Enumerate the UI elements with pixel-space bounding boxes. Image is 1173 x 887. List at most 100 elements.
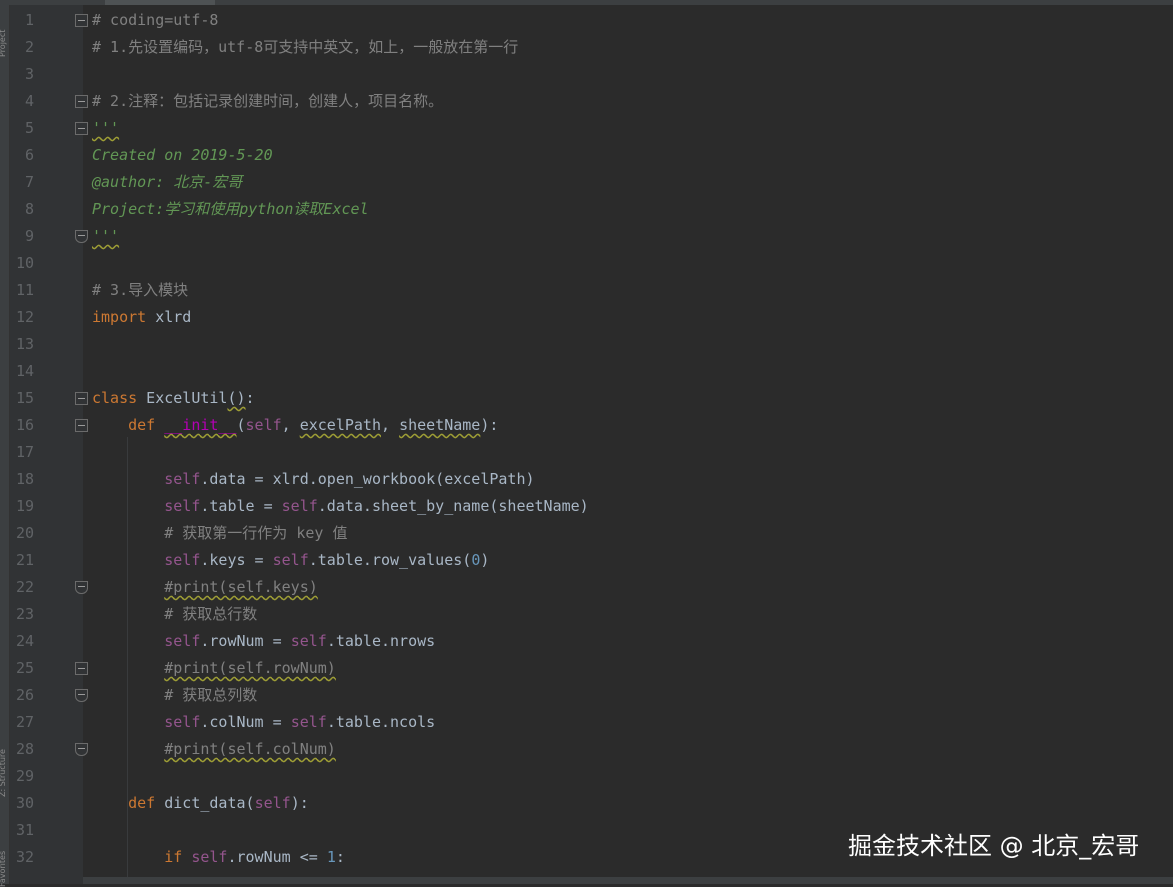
code-line[interactable]: 25 #print(self.rowNum) [0, 655, 1163, 682]
fold-toggle-icon[interactable] [75, 122, 88, 135]
code-line[interactable]: 18 self.data = xlrd.open_workbook(excelP… [0, 466, 1163, 493]
code-line[interactable]: 21 self.keys = self.table.row_values(0) [0, 547, 1163, 574]
code-line[interactable]: 27 self.colNum = self.table.ncols [0, 709, 1163, 736]
code-token: self [245, 416, 282, 434]
code-token: #print(self.keys) [164, 578, 318, 596]
code-line[interactable]: 28 #print(self.colNum) [0, 736, 1163, 763]
code-token: # 2.注释：包括记录创建时间，创建人，项目名称。 [92, 92, 444, 110]
code-text: #print(self.keys) [92, 574, 318, 601]
code-token: self [290, 632, 327, 650]
code-text: self.keys = self.table.row_values(0) [92, 547, 489, 574]
code-text: self.data = xlrd.open_workbook(excelPath… [92, 466, 535, 493]
code-token: # 获取第一行作为 key 值 [164, 524, 348, 542]
horizontal-scrollbar[interactable] [83, 877, 1173, 884]
code-token: Created on 2019-5-20 [92, 146, 273, 164]
fold-toggle-icon[interactable] [75, 95, 88, 108]
code-line[interactable]: 1 # coding=utf-8 [0, 7, 1163, 34]
code-line[interactable]: 14 [0, 358, 1163, 385]
code-line[interactable]: 20 # 获取第一行作为 key 值 [0, 520, 1163, 547]
fold-toggle-icon[interactable] [75, 14, 88, 27]
code-token: self [254, 794, 291, 812]
code-token: .table = [200, 497, 282, 515]
code-line[interactable]: 5 ''' [0, 115, 1163, 142]
line-number: 21 [15, 551, 34, 569]
code-token: xlrd [146, 308, 192, 326]
code-token: if [164, 848, 183, 866]
code-token: () [227, 389, 246, 407]
line-number: 18 [15, 470, 34, 488]
fold-toggle-icon[interactable] [75, 581, 88, 594]
line-number: 7 [24, 173, 34, 191]
line-number: 25 [15, 659, 34, 677]
code-text: ''' [92, 223, 119, 250]
fold-toggle-icon[interactable] [75, 689, 88, 702]
code-token: ): [480, 416, 499, 434]
code-line[interactable]: 16 def __init__(self, excelPath, sheetNa… [0, 412, 1163, 439]
code-token: Project:学习和使用python读取Excel [92, 200, 369, 218]
line-number: 32 [15, 848, 34, 866]
code-token: #print(self.colNum) [164, 740, 336, 758]
code-line[interactable]: 11 # 3.导入模块 [0, 277, 1163, 304]
code-line[interactable]: 6 Created on 2019-5-20 [0, 142, 1163, 169]
code-line[interactable]: 29 [0, 763, 1163, 790]
code-line[interactable]: 9 ''' [0, 223, 1163, 250]
code-line[interactable]: 13 [0, 331, 1163, 358]
code-token: ''' [92, 119, 120, 137]
code-line[interactable]: 12 import xlrd [0, 304, 1163, 331]
code-token: .data = xlrd.open_workbook(excelPath) [200, 470, 535, 488]
code-line[interactable]: 8 Project:学习和使用python读取Excel [0, 196, 1163, 223]
code-token: self [164, 551, 201, 569]
line-number: 8 [24, 200, 34, 218]
code-token: # 获取总列数 [164, 686, 258, 704]
code-line[interactable]: 26 # 获取总列数 [0, 682, 1163, 709]
code-line[interactable]: 19 self.table = self.data.sheet_by_name(… [0, 493, 1163, 520]
code-text: self.colNum = self.table.ncols [92, 709, 435, 736]
code-line[interactable]: 23 # 获取总行数 [0, 601, 1163, 628]
code-token: ( [245, 794, 255, 812]
line-number: 9 [24, 227, 34, 245]
code-text: def __init__(self, excelPath, sheetName)… [92, 412, 498, 439]
code-line[interactable]: 7 @author: 北京-宏哥 [0, 169, 1163, 196]
code-token: # 3.导入模块 [92, 281, 189, 299]
line-number: 10 [15, 254, 34, 272]
code-token: self [164, 497, 201, 515]
code-line[interactable]: 24 self.rowNum = self.table.nrows [0, 628, 1163, 655]
line-number: 31 [15, 821, 34, 839]
code-text: if self.rowNum <= 1: [92, 844, 345, 871]
code-text: ''' [92, 115, 119, 142]
code-line[interactable]: 15 class ExcelUtil(): [0, 385, 1163, 412]
code-line[interactable]: 4 # 2.注释：包括记录创建时间，创建人，项目名称。 [0, 88, 1163, 115]
code-token: 0 [471, 551, 481, 569]
fold-toggle-icon[interactable] [75, 743, 88, 756]
code-token: self [191, 848, 228, 866]
fold-toggle-icon[interactable] [75, 230, 88, 243]
line-number: 24 [15, 632, 34, 650]
code-line[interactable]: 30 def dict_data(self): [0, 790, 1163, 817]
code-token: .keys = [200, 551, 273, 569]
line-number: 26 [15, 686, 34, 704]
code-token: 1 [326, 848, 336, 866]
code-token: , [381, 416, 400, 434]
code-text: # 获取总行数 [92, 601, 257, 628]
line-number: 4 [24, 92, 34, 110]
code-line[interactable]: 3 [0, 61, 1163, 88]
fold-toggle-icon[interactable] [75, 392, 88, 405]
fold-toggle-icon[interactable] [75, 662, 88, 675]
code-token: def [128, 416, 156, 434]
code-line[interactable]: 2 # 1.先设置编码，utf-8可支持中英文，如上，一般放在第一行 [0, 34, 1163, 61]
code-line[interactable]: 10 [0, 250, 1163, 277]
code-text: # 1.先设置编码，utf-8可支持中英文，如上，一般放在第一行 [92, 34, 518, 61]
code-line[interactable]: 22 #print(self.keys) [0, 574, 1163, 601]
code-text: class ExcelUtil(): [92, 385, 255, 412]
code-token: self [164, 470, 201, 488]
code-line[interactable]: 17 [0, 439, 1163, 466]
code-text: #print(self.colNum) [92, 736, 336, 763]
fold-toggle-icon[interactable] [75, 419, 88, 432]
code-token: .data.sheet_by_name(sheetName) [317, 497, 589, 515]
